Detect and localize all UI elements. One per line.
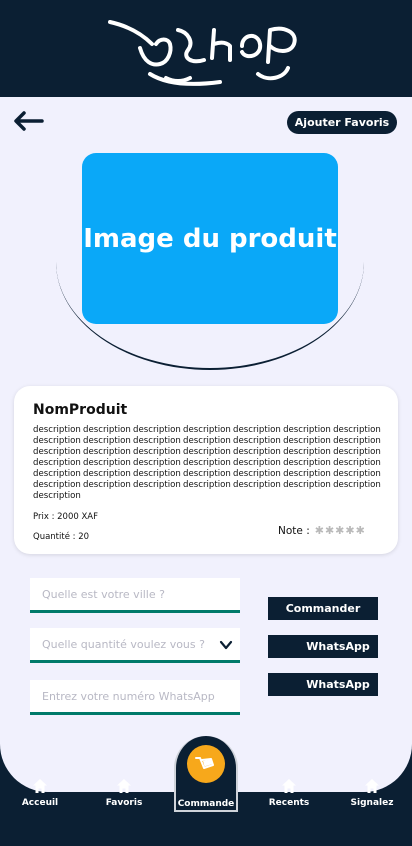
rating-label: Note : bbox=[278, 524, 310, 537]
app-header bbox=[0, 0, 412, 98]
home-icon bbox=[282, 779, 296, 793]
city-input-placeholder: Quelle est votre ville ? bbox=[42, 587, 165, 601]
home-icon bbox=[365, 779, 379, 793]
product-card: NomProduit description description descr… bbox=[14, 386, 398, 554]
nav-label: Signalez bbox=[350, 798, 394, 808]
add-favorite-button[interactable]: Ajouter Favoris bbox=[287, 111, 397, 134]
product-image: Image du produit bbox=[82, 153, 338, 324]
home-icon bbox=[117, 779, 131, 793]
product-image-label: Image du produit bbox=[83, 223, 337, 254]
nav-item-acceuil[interactable]: Acceuil bbox=[5, 778, 75, 808]
quantity-select-placeholder: Quelle quantité voulez vous ? bbox=[42, 637, 205, 651]
nav-label: Commande bbox=[177, 799, 235, 809]
shop-logo-icon bbox=[108, 20, 297, 86]
quantity-select[interactable]: Quelle quantité voulez vous ? bbox=[30, 628, 240, 663]
cart-icon bbox=[195, 757, 214, 769]
nav-label: Favoris bbox=[105, 798, 143, 808]
nav-item-recents[interactable]: Recents bbox=[254, 778, 324, 808]
product-name: NomProduit bbox=[33, 402, 128, 418]
product-description: description description description desc… bbox=[33, 425, 381, 501]
nav-item-favoris[interactable]: Favoris bbox=[89, 778, 159, 808]
back-arrow-icon[interactable] bbox=[12, 110, 44, 132]
product-quantity: Quantité : 20 bbox=[33, 532, 90, 542]
rating-stars: ✱ ✱ ✱ ✱ ✱ bbox=[315, 524, 365, 537]
nav-item-signalez[interactable]: Signalez bbox=[337, 778, 407, 808]
product-price: Prix : 2000 XAF bbox=[33, 512, 98, 522]
chevron-down-icon bbox=[219, 640, 233, 650]
commande-icon-circle[interactable] bbox=[187, 745, 225, 783]
home-icon bbox=[33, 779, 47, 793]
nav-label: Acceuil bbox=[21, 798, 59, 808]
product-rating: Note : ✱ ✱ ✱ ✱ ✱ bbox=[278, 524, 365, 537]
nav-label: Recents bbox=[268, 798, 310, 808]
star-icon: ✱ bbox=[345, 524, 355, 537]
star-icon: ✱ bbox=[355, 524, 365, 537]
whatsapp-number-input[interactable]: Entrez votre numéro WhatsApp bbox=[30, 680, 240, 715]
city-input[interactable]: Quelle est votre ville ? bbox=[30, 578, 240, 613]
star-icon: ✱ bbox=[314, 524, 324, 537]
order-button[interactable]: Commander bbox=[268, 597, 378, 620]
star-icon: ✱ bbox=[335, 524, 345, 537]
whatsapp-button[interactable]: WhatsApp bbox=[268, 635, 378, 658]
star-icon: ✱ bbox=[324, 524, 335, 537]
whatsapp-input-placeholder: Entrez votre numéro WhatsApp bbox=[42, 689, 215, 703]
whatsapp-button-secondary[interactable]: WhatsApp bbox=[268, 673, 378, 696]
